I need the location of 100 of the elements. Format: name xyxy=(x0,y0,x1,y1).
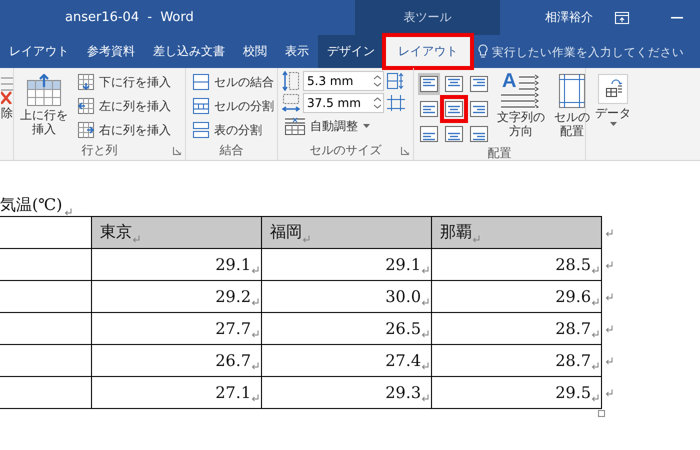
ribbon-tab[interactable]: 参考資料 xyxy=(78,35,144,68)
data-menu-button[interactable]: データ xyxy=(590,71,633,160)
insert-column-right-icon xyxy=(78,122,94,138)
alignment-icon xyxy=(420,76,438,92)
alignment-icon xyxy=(420,101,438,117)
insert-column-left-icon xyxy=(78,98,94,114)
cell-end-mark-icon xyxy=(421,266,429,274)
alignment-icon xyxy=(445,76,463,92)
row-end-mark-icon xyxy=(605,228,613,236)
ribbon-tab[interactable]: デザイン xyxy=(318,35,384,68)
split-table-icon xyxy=(193,122,209,138)
cell-end-mark-icon xyxy=(251,298,259,306)
table-cell: 26.7 xyxy=(215,351,251,370)
column-header: 福岡 xyxy=(270,222,302,243)
cell-end-mark-icon xyxy=(421,362,429,370)
cell-end-mark-icon xyxy=(421,394,429,402)
insert-button[interactable]: 右に列を挿入 xyxy=(75,119,174,141)
cell-alignment-button[interactable] xyxy=(468,73,490,95)
user-name[interactable]: 相澤裕介 xyxy=(545,0,593,35)
merge-split-button[interactable]: セルの結合 xyxy=(190,71,277,93)
merge-split-button[interactable]: 表の分割 xyxy=(190,119,277,141)
cell-alignment-button[interactable] xyxy=(468,123,490,145)
cell-alignment-button[interactable] xyxy=(418,123,440,145)
table-caption: 気温(℃) xyxy=(0,195,62,216)
merge-cells-icon xyxy=(193,74,209,90)
autofit-dropdown[interactable]: 自動調整 xyxy=(282,115,405,137)
table-cell: 27.1 xyxy=(215,383,251,402)
cell-end-mark-icon xyxy=(132,235,140,243)
cell-end-mark-icon xyxy=(591,266,599,274)
dialog-launcher-icon[interactable] xyxy=(401,147,409,155)
minimize-icon[interactable] xyxy=(671,16,683,18)
cell-end-mark-icon xyxy=(251,362,259,370)
group-label: セルのサイズ xyxy=(310,142,382,158)
lightbulb-icon xyxy=(478,44,488,59)
insert-button[interactable]: 下に行を挿入 xyxy=(75,71,174,93)
cell-end-mark-icon xyxy=(302,235,310,243)
ribbon-tab[interactable]: レイアウト xyxy=(0,35,78,68)
cell-alignment-button[interactable] xyxy=(468,98,490,120)
delete-button[interactable]: 除 xyxy=(0,71,14,160)
ribbon-tab[interactable]: 校閲 xyxy=(234,35,276,68)
table-cell: 28.5 xyxy=(555,255,591,274)
table-cell: 29.1 xyxy=(385,255,421,274)
insert-button[interactable]: 左に列を挿入 xyxy=(75,95,174,117)
cell-alignment-button[interactable] xyxy=(418,98,440,120)
cell-end-mark-icon xyxy=(251,330,259,338)
alignment-icon xyxy=(445,126,463,142)
row-end-mark-icon xyxy=(605,292,613,300)
cell-end-mark-icon xyxy=(421,298,429,306)
table-cell: 29.3 xyxy=(385,383,421,402)
cell-alignment-button[interactable] xyxy=(443,123,465,145)
table-cell: 30.0 xyxy=(385,287,421,306)
ribbon-tab[interactable]: レイアウト xyxy=(384,35,472,68)
group-label: 行と列 xyxy=(82,142,118,159)
paragraph-mark-icon xyxy=(64,208,72,216)
autofit-icon xyxy=(285,117,305,135)
tell-me-field[interactable]: 実行したい作業を入力してください xyxy=(492,44,692,58)
group-label: 結合 xyxy=(220,142,244,159)
insert-row-above-icon xyxy=(27,74,61,106)
cell-alignment-button[interactable] xyxy=(418,73,440,95)
arrow-lines-icon xyxy=(501,74,541,108)
caret-icon xyxy=(610,122,616,126)
alignment-icon xyxy=(470,101,488,117)
window-title: anser16-04 - Word xyxy=(64,9,195,27)
cell-alignment-button[interactable] xyxy=(443,73,465,95)
cell-end-mark-icon xyxy=(591,394,599,402)
ribbon-tab[interactable]: 表示 xyxy=(276,35,318,68)
split-cells-icon xyxy=(193,98,209,114)
column-header: 那覇 xyxy=(440,222,472,243)
alignment-icon xyxy=(420,126,438,142)
ribbon-tab[interactable]: 差し込み文書 xyxy=(144,35,234,68)
table-cell: 28.7 xyxy=(555,319,591,338)
row-end-mark-icon xyxy=(605,388,613,396)
table-cell: 27.7 xyxy=(215,319,251,338)
cell-end-mark-icon xyxy=(591,298,599,306)
insert-row-above-button[interactable]: 上に行を挿入 xyxy=(18,71,70,141)
table-cell: 28.7 xyxy=(555,351,591,370)
row-end-mark-icon xyxy=(605,260,613,268)
cell-end-mark-icon xyxy=(591,362,599,370)
cell-margins-icon xyxy=(559,74,585,108)
distribute-columns-icon xyxy=(387,95,405,111)
ribbon-display-icon[interactable] xyxy=(615,12,629,24)
column-width-icon xyxy=(282,93,300,113)
cell-margins-button[interactable]: セルの配置 xyxy=(552,71,592,145)
cell-end-mark-icon xyxy=(421,330,429,338)
table-cell: 26.5 xyxy=(385,319,421,338)
alignment-icon xyxy=(470,126,488,142)
row-end-mark-icon xyxy=(605,356,613,364)
cell-end-mark-icon xyxy=(251,266,259,274)
alignment-icon xyxy=(445,101,463,117)
group-label: 配置 xyxy=(488,145,512,160)
table-cell: 29.2 xyxy=(215,287,251,306)
cell-alignment-button[interactable] xyxy=(443,98,465,120)
context-tab-label: 表ツール xyxy=(355,0,500,35)
table-cell: 27.4 xyxy=(385,351,421,370)
cell-end-mark-icon xyxy=(591,330,599,338)
merge-split-button[interactable]: セルの分割 xyxy=(190,95,277,117)
cell-end-mark-icon xyxy=(251,394,259,402)
text-direction-button[interactable]: A 文字列の方向 xyxy=(495,71,547,145)
dialog-launcher-icon[interactable] xyxy=(173,147,181,155)
table-resize-handle[interactable] xyxy=(598,410,605,417)
